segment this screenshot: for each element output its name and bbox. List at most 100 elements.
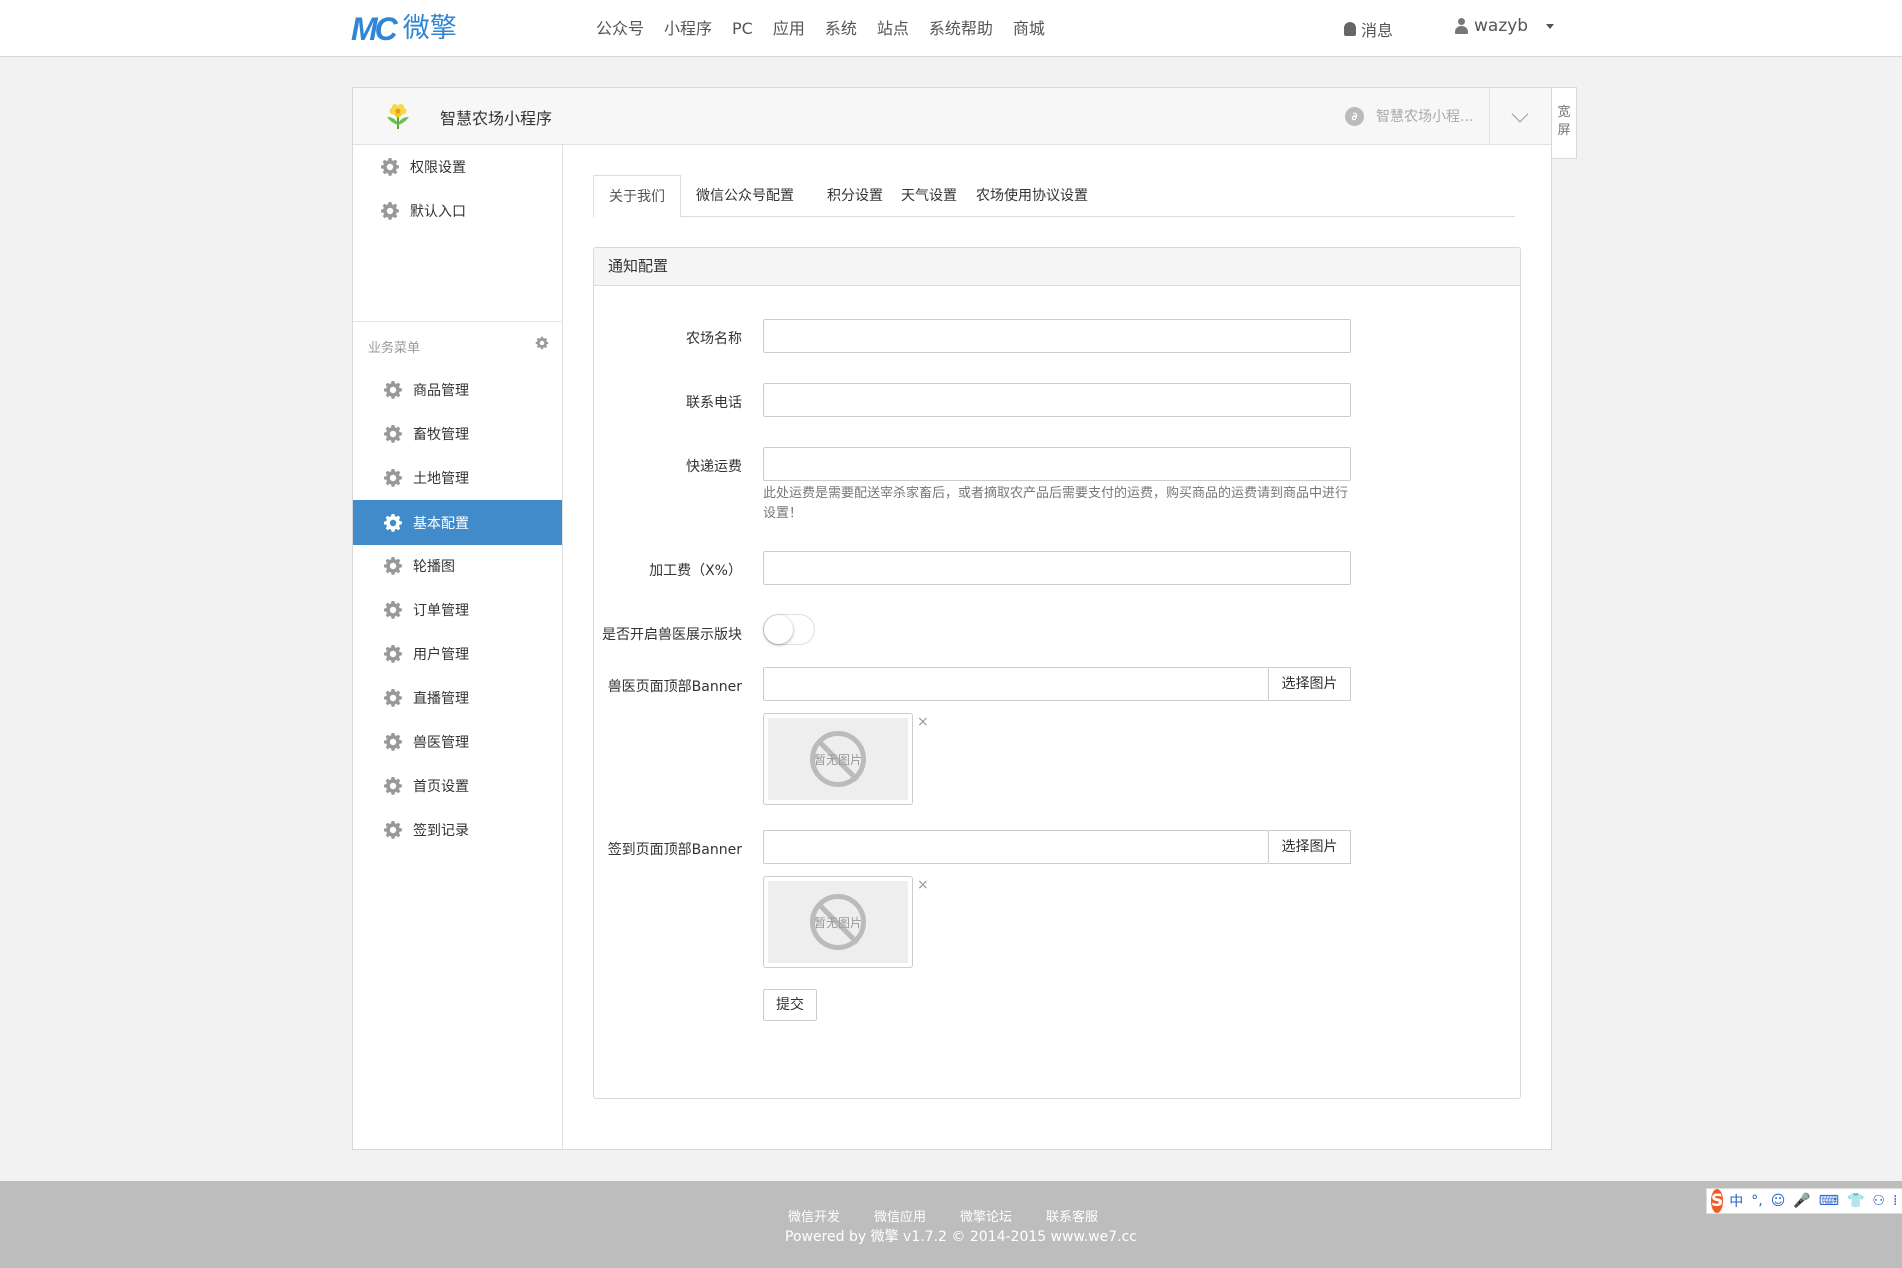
ime-mic-icon[interactable]: 🎤 xyxy=(1793,1193,1810,1209)
vet-banner-preview: 暂无图片 xyxy=(763,713,913,805)
ime-toolbar[interactable]: S 中 °, ☺ 🎤 ⌨ 👕 ⚇ ⁞ xyxy=(1706,1188,1902,1214)
gear-icon xyxy=(383,513,403,533)
app-title: 智慧农场小程序 xyxy=(440,109,553,128)
nav-item-system[interactable]: 系统 xyxy=(825,18,857,40)
footer-link-dev[interactable]: 微信开发 xyxy=(788,1206,840,1225)
user-icon xyxy=(1455,18,1468,34)
gear-icon xyxy=(383,820,403,840)
sogou-logo-icon[interactable]: S xyxy=(1711,1189,1724,1213)
sidebar-item-carousel[interactable]: 轮播图 xyxy=(353,544,562,588)
nav-item-store[interactable]: 商城 xyxy=(1013,18,1045,40)
app-switcher-label: 智慧农场小程... xyxy=(1376,109,1474,125)
vet-banner-choose-button[interactable]: 选择图片 xyxy=(1269,667,1351,701)
user-menu[interactable]: wazyb xyxy=(1455,16,1555,36)
checkin-banner-label: 签到页面顶部Banner xyxy=(607,842,742,858)
gear-icon xyxy=(380,201,400,221)
sidebar-item-label: 用户管理 xyxy=(413,647,469,663)
footer-link-forum[interactable]: 微擎论坛 xyxy=(960,1206,1012,1225)
sidebar-item-label: 轮播图 xyxy=(413,559,455,575)
processing-fee-label: 加工费（X%） xyxy=(649,563,742,579)
footer-copyright: Powered by 微擎 v1.7.2 © 2014-2015 www.we7… xyxy=(785,1229,1137,1245)
vet-toggle-label: 是否开启兽医展示版块 xyxy=(602,627,742,643)
sidebar-item-permissions[interactable]: 权限设置 xyxy=(353,145,562,189)
processing-fee-input[interactable] xyxy=(763,551,1351,585)
tab-agreement-settings[interactable]: 农场使用协议设置 xyxy=(961,175,1103,217)
sidebar-item-livestock[interactable]: 畜牧管理 xyxy=(353,412,562,456)
wide-screen-label-1: 宽 xyxy=(1557,105,1571,120)
footer: 微信开发 微信应用 微擎论坛 联系客服 Powered by 微擎 v1.7.2… xyxy=(0,1181,1902,1268)
sidebar-item-live[interactable]: 直播管理 xyxy=(353,676,562,720)
nav-item-site[interactable]: 站点 xyxy=(877,18,909,40)
sidebar-item-land[interactable]: 土地管理 xyxy=(353,456,562,500)
ime-keyboard-icon[interactable]: ⌨ xyxy=(1819,1193,1839,1209)
sidebar-item-default-entry[interactable]: 默认入口 xyxy=(353,189,562,233)
nav-item-pc[interactable]: PC xyxy=(732,18,753,40)
sidebar-item-label: 权限设置 xyxy=(410,160,466,176)
notification-config-card: 通知配置 农场名称 联系电话 快递运费 此处运费是需要配送宰杀家畜后，或者摘取农… xyxy=(593,247,1521,1099)
sidebar-item-checkins[interactable]: 签到记录 xyxy=(353,808,562,852)
phone-label: 联系电话 xyxy=(686,395,742,411)
vet-banner-label: 兽医页面顶部Banner xyxy=(607,679,742,695)
image-placeholder: 暂无图片 xyxy=(768,718,908,800)
phone-input[interactable] xyxy=(763,383,1351,417)
ime-menu-icon[interactable]: ⁞ xyxy=(1893,1193,1897,1209)
chevron-down-icon[interactable] xyxy=(1511,105,1529,123)
submit-button[interactable]: 提交 xyxy=(763,989,817,1021)
username: wazyb xyxy=(1474,16,1529,36)
tab-bar: 关于我们 微信公众号配置 积分设置 天气设置 农场使用协议设置 xyxy=(593,175,1515,218)
ime-skin-icon[interactable]: 👕 xyxy=(1847,1193,1864,1209)
sidebar-item-orders[interactable]: 订单管理 xyxy=(353,588,562,632)
sidebar-divider xyxy=(353,321,562,322)
logo[interactable]: MC 微擎 xyxy=(351,12,457,46)
ime-punctuation-icon[interactable]: °, xyxy=(1751,1193,1762,1209)
sidebar-item-vets[interactable]: 兽医管理 xyxy=(353,720,562,764)
ime-emoji-icon[interactable]: ☺ xyxy=(1771,1193,1786,1209)
nav-item-official-account[interactable]: 公众号 xyxy=(596,18,644,40)
ime-user-icon[interactable]: ⚇ xyxy=(1872,1193,1885,1209)
shipping-fee-input[interactable] xyxy=(763,447,1351,481)
footer-link-apps[interactable]: 微信应用 xyxy=(874,1206,926,1225)
tab-weather-settings[interactable]: 天气设置 xyxy=(886,175,972,217)
vet-banner-remove-icon[interactable]: × xyxy=(917,714,929,730)
nav-item-apps[interactable]: 应用 xyxy=(773,18,805,40)
nav-item-help[interactable]: 系统帮助 xyxy=(929,18,993,40)
sidebar-item-homepage[interactable]: 首页设置 xyxy=(353,764,562,808)
tab-about-us[interactable]: 关于我们 xyxy=(593,175,681,218)
shipping-fee-label: 快递运费 xyxy=(686,459,742,475)
farm-name-label: 农场名称 xyxy=(686,331,742,347)
sidebar-item-label: 商品管理 xyxy=(413,383,469,399)
nav-item-mini-program[interactable]: 小程序 xyxy=(664,18,712,40)
footer-link-support[interactable]: 联系客服 xyxy=(1046,1206,1098,1225)
settings-gear-icon[interactable] xyxy=(535,336,549,350)
gear-icon xyxy=(383,776,403,796)
toggle-knob xyxy=(764,615,793,644)
gear-icon xyxy=(383,424,403,444)
ime-chinese-mode[interactable]: 中 xyxy=(1729,1191,1743,1211)
vet-banner-input[interactable] xyxy=(763,667,1269,701)
sidebar-group-title: 业务菜单 xyxy=(368,341,421,356)
gear-icon xyxy=(383,556,403,576)
checkin-banner-remove-icon[interactable]: × xyxy=(917,877,929,893)
checkin-banner-choose-button[interactable]: 选择图片 xyxy=(1269,830,1351,864)
checkin-banner-preview: 暂无图片 xyxy=(763,876,913,968)
logo-text: 微擎 xyxy=(402,13,457,44)
shipping-fee-help: 此处运费是需要配送宰杀家畜后，或者摘取农产品后需要支付的运费，购买商品的运费请到… xyxy=(763,486,1349,521)
sidebar-item-label: 默认入口 xyxy=(410,204,466,220)
sidebar-item-products[interactable]: 商品管理 xyxy=(353,368,562,412)
gear-icon xyxy=(383,600,403,620)
vet-display-toggle[interactable] xyxy=(763,614,815,645)
gear-icon xyxy=(383,732,403,752)
app-switcher[interactable]: ∂ 智慧农场小程... xyxy=(1345,106,1473,126)
wide-screen-toggle[interactable]: 宽 屏 xyxy=(1552,87,1577,159)
checkin-banner-input[interactable] xyxy=(763,830,1269,864)
farm-name-input[interactable] xyxy=(763,319,1351,353)
tab-wechat-config[interactable]: 微信公众号配置 xyxy=(681,175,809,217)
gear-icon xyxy=(380,157,400,177)
gear-icon xyxy=(383,644,403,664)
no-image-text: 暂无图片 xyxy=(813,753,862,767)
messages-link[interactable]: 消息 xyxy=(1344,17,1393,41)
gear-icon xyxy=(383,468,403,488)
sidebar-item-users[interactable]: 用户管理 xyxy=(353,632,562,676)
sidebar-item-basic-config[interactable]: 基本配置 xyxy=(353,500,562,545)
header-divider xyxy=(1489,88,1490,145)
